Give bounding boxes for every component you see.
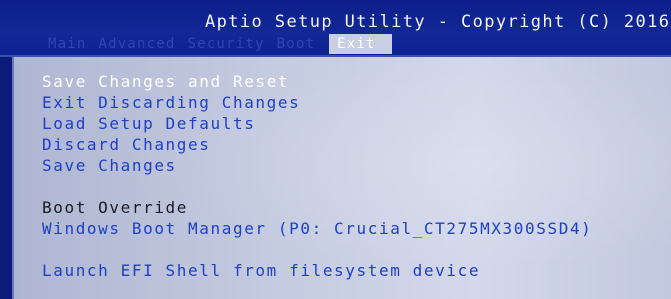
menu-item-exit-discarding-changes[interactable]: Exit Discarding Changes — [42, 93, 300, 112]
header-bar: Aptio Setup Utility - Copyright (C) 2016… — [0, 0, 671, 56]
boot-override-heading: Boot Override — [42, 198, 189, 217]
menu-item-save-changes[interactable]: Save Changes — [42, 156, 177, 175]
tab-bar: Main Advanced Security Boot Exit — [0, 34, 392, 54]
tab-boot[interactable]: Boot — [271, 34, 322, 54]
bios-setup-screen: Aptio Setup Utility - Copyright (C) 2016… — [0, 0, 671, 299]
tab-security[interactable]: Security — [182, 34, 271, 54]
utility-title: Aptio Setup Utility - Copyright (C) 2016 — [205, 12, 671, 32]
menu-item-discard-changes[interactable]: Discard Changes — [42, 135, 211, 154]
menu-item-load-setup-defaults[interactable]: Load Setup Defaults — [42, 114, 255, 133]
menu-item-windows-boot-manager[interactable]: Windows Boot Manager (P0: Crucial_CT275M… — [42, 219, 592, 238]
tab-main[interactable]: Main — [42, 34, 93, 54]
exit-menu-panel: Save Changes and Reset Exit Discarding C… — [12, 57, 671, 299]
menu-item-launch-efi-shell[interactable]: Launch EFI Shell from filesystem device — [42, 261, 480, 280]
menu-item-save-changes-and-reset[interactable]: Save Changes and Reset — [42, 72, 289, 91]
tab-exit[interactable]: Exit — [329, 34, 392, 54]
tab-advanced[interactable]: Advanced — [93, 34, 182, 54]
